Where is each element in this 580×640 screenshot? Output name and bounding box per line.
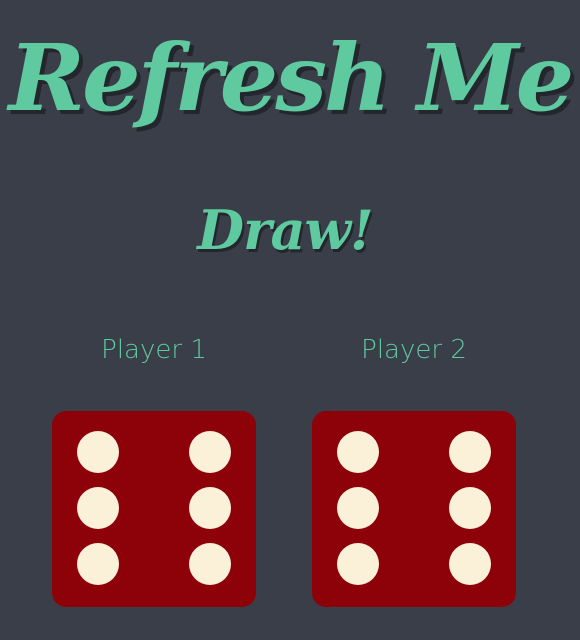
player-1-die bbox=[52, 411, 256, 607]
player-1-label: Player 1 bbox=[101, 335, 207, 365]
die-pip bbox=[337, 543, 379, 585]
player-2-label: Player 2 bbox=[361, 335, 467, 365]
die-pip bbox=[77, 431, 119, 473]
result-heading: Draw! bbox=[197, 198, 373, 262]
die-pip bbox=[189, 543, 231, 585]
die-pip bbox=[189, 431, 231, 473]
die-pip bbox=[449, 543, 491, 585]
die-pip bbox=[337, 431, 379, 473]
die-pip bbox=[189, 487, 231, 529]
die-pip bbox=[449, 487, 491, 529]
die-pip bbox=[77, 543, 119, 585]
player-2-die bbox=[312, 411, 516, 607]
die-pip bbox=[77, 487, 119, 529]
page-title: Refresh Me bbox=[8, 24, 575, 132]
die-pip bbox=[449, 431, 491, 473]
die-pip bbox=[337, 487, 379, 529]
